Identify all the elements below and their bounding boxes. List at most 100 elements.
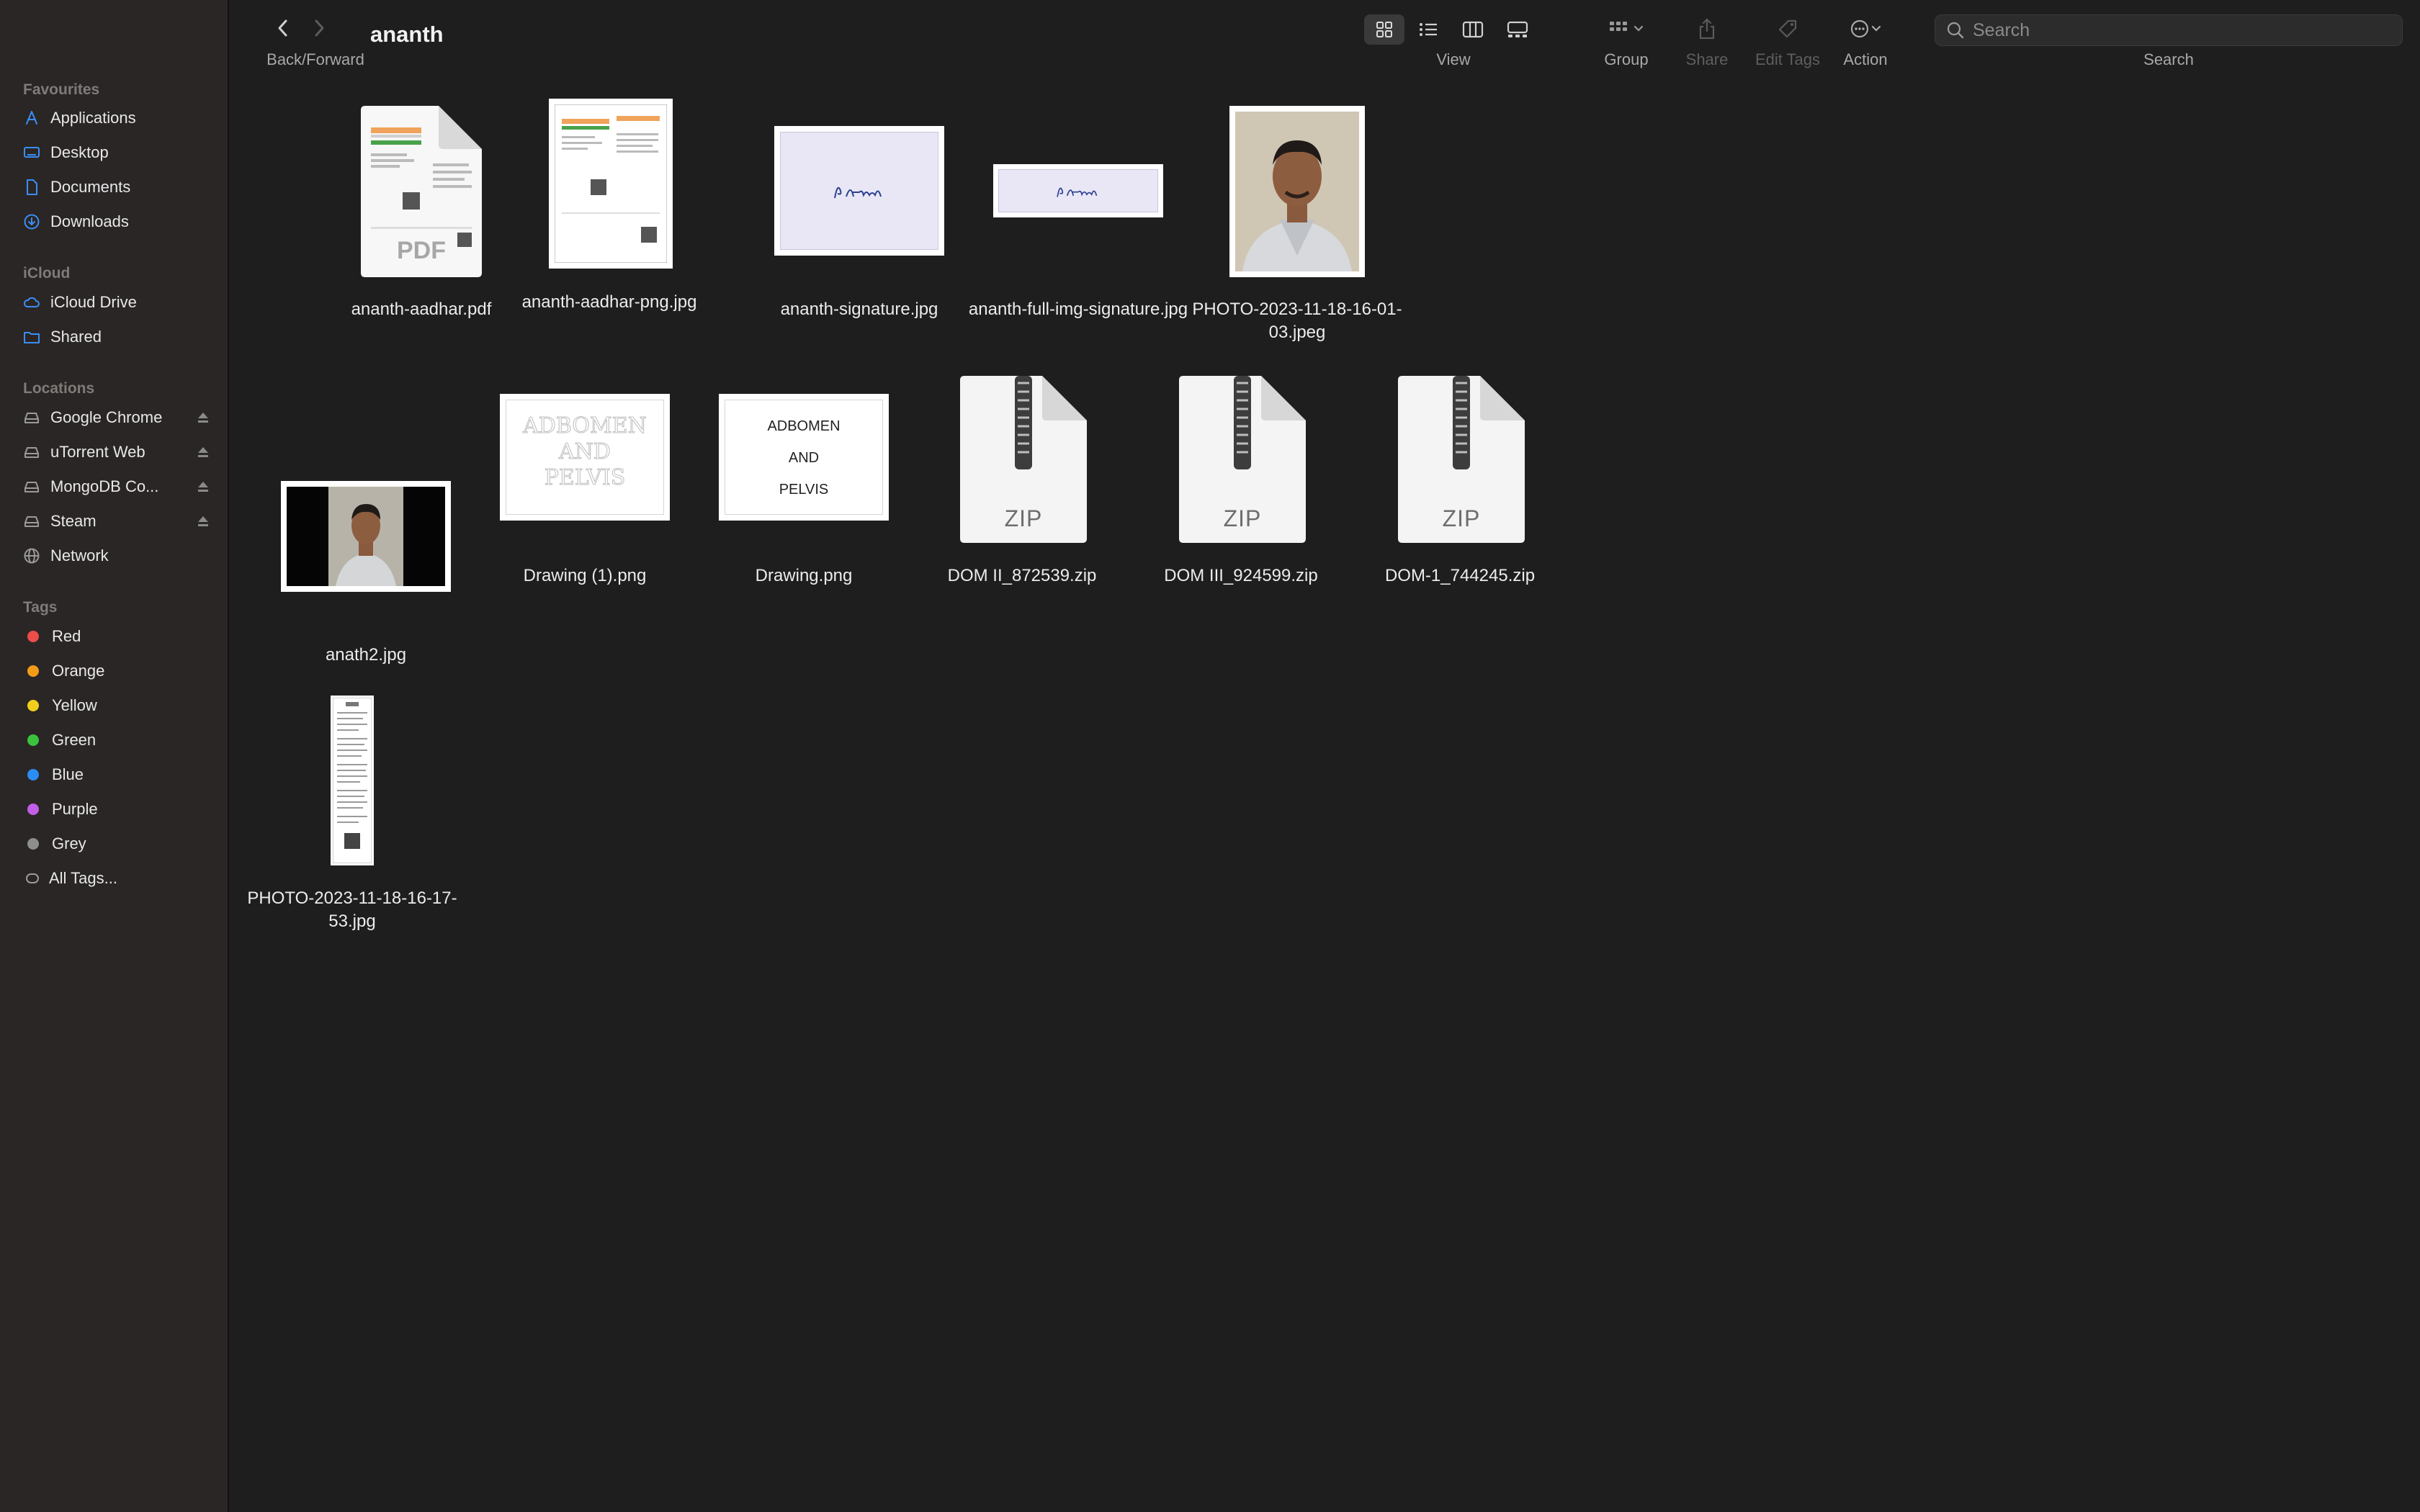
sidebar-item-tag-red[interactable]: Red [23,621,210,652]
sidebar-item-tag-grey[interactable]: Grey [23,828,210,860]
file-name: Drawing (1).png [523,566,647,585]
sidebar-header-tags: Tags [23,599,58,616]
eject-icon[interactable] [196,480,210,494]
tag-red-dot-icon [27,631,39,642]
sidebar-item-mongodb[interactable]: MongoDB Co... [23,471,210,503]
file-name: anath2.jpg [325,645,407,665]
file-grid: PDF ananth-aadhar.pdf ananth-aadhar-png.… [229,86,2420,1512]
eject-icon[interactable] [196,445,210,459]
signature-scribble [1057,187,1098,197]
list-view-button[interactable] [1410,14,1446,45]
action-button[interactable] [1837,13,1894,45]
back-button[interactable] [272,17,294,39]
image-thumbnail [774,126,944,256]
search-field[interactable] [1935,14,2403,46]
sidebar-item-documents[interactable]: Documents [23,171,210,203]
gallery-icon [1507,21,1528,37]
search-label: Search [2143,50,2194,68]
chevron-down-icon [1871,25,1881,32]
list-icon [1420,23,1437,36]
sidebar-item-label: Documents [50,178,131,196]
sidebar-item-label: Google Chrome [50,408,163,426]
zip-badge: ZIP [1004,505,1043,531]
sidebar-item-label: Orange [52,662,105,680]
tag-green-dot-icon [27,734,39,746]
signature-image [780,132,938,250]
pdf-thumbnail: PDF [361,106,482,277]
search-icon [1947,22,1964,39]
search-input[interactable] [1971,19,2378,42]
sidebar-item-icloud-drive[interactable]: iCloud Drive [23,287,210,318]
globe-icon [23,547,40,564]
share-button[interactable] [1691,13,1723,45]
tag-icon [1778,19,1797,38]
receipt-image [332,697,372,864]
signature-scribble [834,186,882,199]
portrait-photo [287,487,445,586]
file-name: DOM II_872539.zip [947,566,1097,585]
sidebar-item-label: Purple [52,800,98,818]
eject-icon[interactable] [196,514,210,528]
signature-image [998,169,1158,212]
drawing-line: PELVIS [544,465,626,491]
image-thumbnail: ADBOMEN AND PELVIS [719,394,889,521]
shared-folder-icon [23,328,40,346]
sidebar-item-downloads[interactable]: Downloads [23,206,210,238]
sidebar-item-applications[interactable]: Applications [23,102,210,134]
edit-tags-button[interactable] [1772,13,1803,45]
sidebar-item-label: Green [52,731,97,749]
zip-thumbnail: ZIP [1398,376,1525,543]
sidebar-item-google-chrome[interactable]: Google Chrome [23,402,210,433]
sidebar-item-all-tags[interactable]: All Tags... [23,863,210,894]
all-tags-icon [26,873,39,883]
sidebar-item-tag-purple[interactable]: Purple [23,793,210,825]
group-label: Group [1604,50,1649,68]
sidebar-item-label: Grey [52,834,86,852]
sidebar-item-label: Applications [50,109,136,127]
sidebar-item-utorrent-web[interactable]: uTorrent Web [23,436,210,468]
drawing-image: ADBOMEN AND PELVIS [725,400,883,515]
eject-icon[interactable] [196,410,210,425]
tag-blue-dot-icon [27,769,39,780]
view-label: View [1436,50,1471,68]
drawing-line: PELVIS [779,482,829,498]
image-thumbnail: ADBOMEN AND PELVIS [500,394,670,521]
pdf-badge: PDF [397,237,446,264]
sidebar-item-label: Shared [50,328,102,346]
column-view-button[interactable] [1455,14,1491,45]
file-name: DOM-1_744245.zip [1384,566,1536,585]
sidebar-item-tag-yellow[interactable]: Yellow [23,690,210,721]
sidebar-item-label: Red [52,627,81,645]
icon-view-button[interactable] [1364,14,1404,45]
sidebar-item-label: Steam [50,512,97,530]
file-name: Drawing.png [755,566,853,585]
sidebar-item-label: Yellow [52,696,97,714]
sidebar-item-network[interactable]: Network [23,540,210,572]
group-button[interactable] [1597,13,1655,45]
drawing-line: AND [559,439,611,465]
forward-button[interactable] [308,17,330,39]
sidebar-item-label: uTorrent Web [50,443,145,461]
sidebar-item-label: Network [50,546,109,564]
chevron-left-icon [278,19,287,37]
sidebar-item-steam[interactable]: Steam [23,505,210,537]
applications-icon [23,109,40,127]
share-icon [1699,18,1715,40]
zip-thumbnail: ZIP [1179,376,1306,543]
image-thumbnail [331,696,374,865]
image-thumbnail [281,481,451,592]
tag-yellow-dot-icon [27,700,39,711]
document-icon [23,179,40,196]
sidebar-item-tag-blue[interactable]: Blue [23,759,210,791]
back-forward-label: Back/Forward [266,50,364,68]
ellipsis-circle-icon [1850,19,1869,38]
image-thumbnail [1229,106,1365,277]
portrait-photo [1235,112,1359,271]
sidebar-item-desktop[interactable]: Desktop [23,137,210,168]
sidebar-item-tag-green[interactable]: Green [23,724,210,756]
sidebar-item-shared[interactable]: Shared [23,321,210,353]
sidebar-item-tag-orange[interactable]: Orange [23,655,210,687]
zip-thumbnail: ZIP [960,376,1087,543]
gallery-view-button[interactable] [1500,14,1536,45]
sidebar-item-label: Blue [52,765,84,783]
